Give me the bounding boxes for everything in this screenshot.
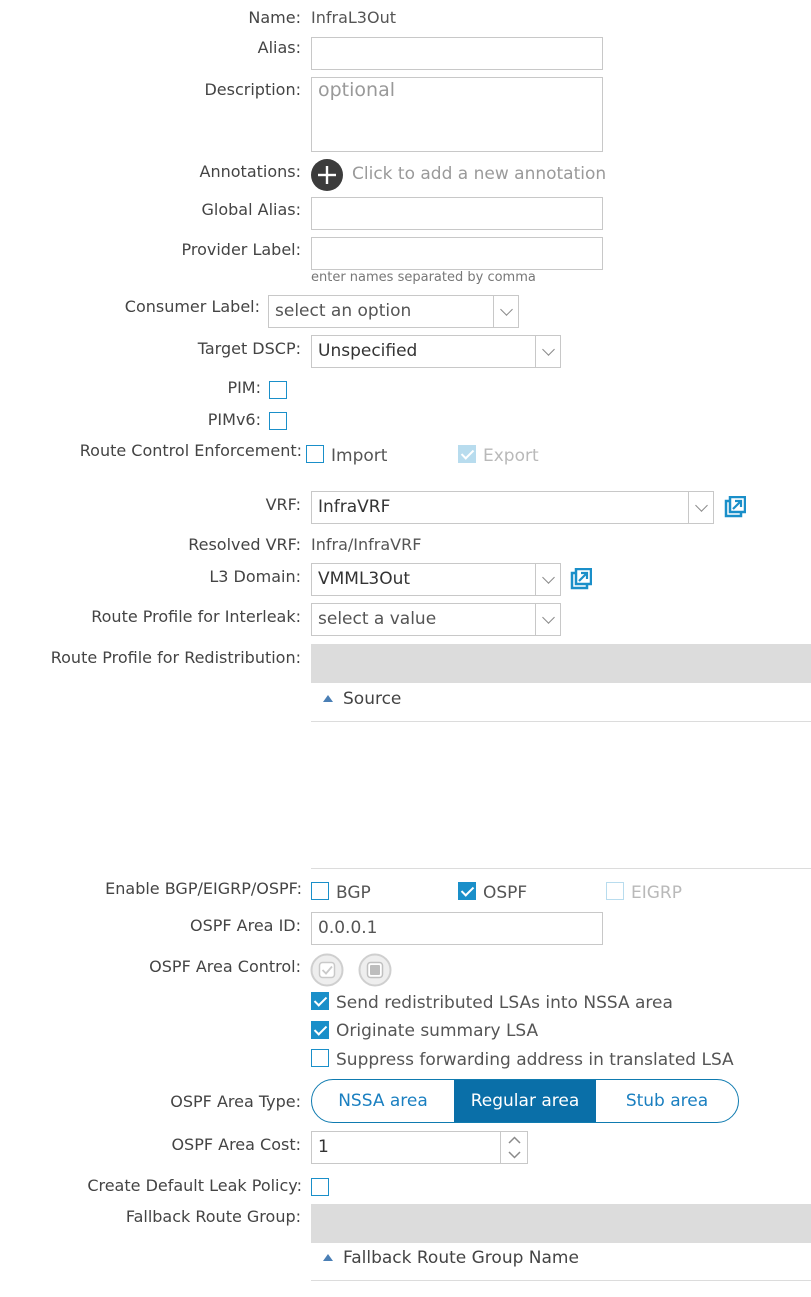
fallback-table-toolbar <box>311 1204 811 1243</box>
resolved-vrf-value: Infra/InfraVRF <box>311 535 422 554</box>
table-divider <box>311 721 811 722</box>
send-redistributed-lsas-checkbox[interactable] <box>311 992 329 1010</box>
add-annotation-link[interactable]: Click to add a new annotation <box>352 164 606 184</box>
fallback-column-name[interactable]: Fallback Route Group Name <box>323 1248 579 1268</box>
consumer-label-value: select an option <box>275 301 412 321</box>
consumer-label-select[interactable]: select an option <box>268 295 519 328</box>
sort-asc-icon <box>323 695 333 702</box>
import-checkbox[interactable] <box>306 445 324 463</box>
ospf-area-cost-label: OSPF Area Cost: <box>171 1135 301 1154</box>
chevron-down-icon <box>493 296 518 327</box>
global-alias-label: Global Alias: <box>201 200 302 219</box>
export-label: Export <box>483 446 539 466</box>
vrf-select[interactable]: InfraVRF <box>311 491 714 524</box>
bgp-label: BGP <box>336 883 371 903</box>
eigrp-label: EIGRP <box>631 883 682 903</box>
chevron-down-icon <box>535 564 560 595</box>
ospf-area-type-label: OSPF Area Type: <box>170 1092 301 1111</box>
ospf-area-type-segmented: NSSA area Regular area Stub area <box>311 1079 739 1123</box>
chevron-down-icon <box>535 604 560 635</box>
name-label: Name: <box>248 8 301 27</box>
l3-domain-label: L3 Domain: <box>209 567 301 586</box>
route-control-label: Route Control Enforcement: <box>79 441 302 460</box>
table-divider <box>311 1280 811 1281</box>
l3-domain-select[interactable]: VMML3Out <box>311 563 561 596</box>
originate-summary-lsa-checkbox[interactable] <box>311 1021 329 1039</box>
redistribution-label: Route Profile for Redistribution: <box>50 648 301 667</box>
regular-area-option[interactable]: Regular area <box>454 1080 596 1122</box>
ospf-area-id-input[interactable]: 0.0.0.1 <box>311 912 603 945</box>
select-all-check-icon <box>310 953 344 987</box>
interleak-value: select a value <box>318 609 437 629</box>
default-leak-checkbox[interactable] <box>311 1178 329 1196</box>
ospf-area-control-label: OSPF Area Control: <box>149 957 301 976</box>
chevron-down-icon <box>688 492 713 523</box>
ospf-area-id-label: OSPF Area ID: <box>189 916 301 935</box>
l3-domain-value: VMML3Out <box>318 569 411 589</box>
fallback-route-group-label: Fallback Route Group: <box>125 1207 301 1226</box>
stub-area-option[interactable]: Stub area <box>596 1080 738 1122</box>
nssa-area-option[interactable]: NSSA area <box>312 1080 454 1122</box>
provider-label-label: Provider Label: <box>181 240 301 259</box>
name-value: InfraL3Out <box>311 8 396 27</box>
interleak-label: Route Profile for Interleak: <box>91 607 301 626</box>
ospf-checkbox[interactable] <box>458 882 476 900</box>
ospf-label: OSPF <box>483 883 528 903</box>
chevron-down-icon <box>535 336 560 367</box>
annotations-label: Annotations: <box>199 162 301 181</box>
target-dscp-select[interactable]: Unspecified <box>311 335 561 368</box>
ospf-area-cost-stepper[interactable] <box>500 1131 528 1164</box>
consumer-label-label: Consumer Label: <box>124 297 260 316</box>
description-label: Description: <box>204 80 301 99</box>
vrf-value: InfraVRF <box>318 497 391 517</box>
global-alias-input[interactable] <box>311 197 603 230</box>
redistribution-column-source[interactable]: Source <box>323 689 401 709</box>
open-external-icon[interactable] <box>724 496 746 518</box>
description-textarea[interactable]: optional <box>311 77 603 152</box>
send-redistributed-lsas-label: Send redistributed LSAs into NSSA area <box>336 993 673 1013</box>
resolved-vrf-label: Resolved VRF: <box>188 535 301 554</box>
select-none-icon <box>358 953 392 987</box>
add-annotation-icon[interactable] <box>311 159 343 191</box>
pim-checkbox[interactable] <box>269 381 287 399</box>
redistribution-table-toolbar <box>311 644 811 683</box>
pim-label: PIM: <box>227 378 261 397</box>
target-dscp-value: Unspecified <box>318 341 418 361</box>
stepper-arrows-icon <box>508 1136 521 1159</box>
table-divider <box>311 868 811 869</box>
ospf-area-cost-input[interactable]: 1 <box>311 1131 528 1164</box>
pimv6-label: PIMv6: <box>207 410 261 429</box>
originate-summary-lsa-label: Originate summary LSA <box>336 1021 539 1041</box>
enable-protocols-label: Enable BGP/EIGRP/OSPF: <box>105 879 302 898</box>
import-label: Import <box>331 446 388 466</box>
vrf-label: VRF: <box>265 495 301 514</box>
suppress-forwarding-address-checkbox[interactable] <box>311 1049 329 1067</box>
alias-label: Alias: <box>257 38 301 57</box>
bgp-checkbox[interactable] <box>311 882 329 900</box>
default-leak-label: Create Default Leak Policy: <box>87 1176 302 1195</box>
pimv6-checkbox[interactable] <box>269 412 287 430</box>
provider-label-input[interactable] <box>311 237 603 270</box>
eigrp-checkbox <box>606 882 624 900</box>
sort-asc-icon <box>323 1254 333 1261</box>
export-checkbox <box>458 445 476 463</box>
suppress-forwarding-address-label: Suppress forwarding address in translate… <box>336 1050 734 1070</box>
source-column-label: Source <box>343 689 402 709</box>
open-external-icon[interactable] <box>570 568 592 590</box>
target-dscp-label: Target DSCP: <box>197 339 301 358</box>
fallback-column-label: Fallback Route Group Name <box>343 1248 579 1268</box>
interleak-select[interactable]: select a value <box>311 603 561 636</box>
alias-input[interactable] <box>311 37 603 70</box>
provider-label-hint: enter names separated by comma <box>311 270 536 285</box>
